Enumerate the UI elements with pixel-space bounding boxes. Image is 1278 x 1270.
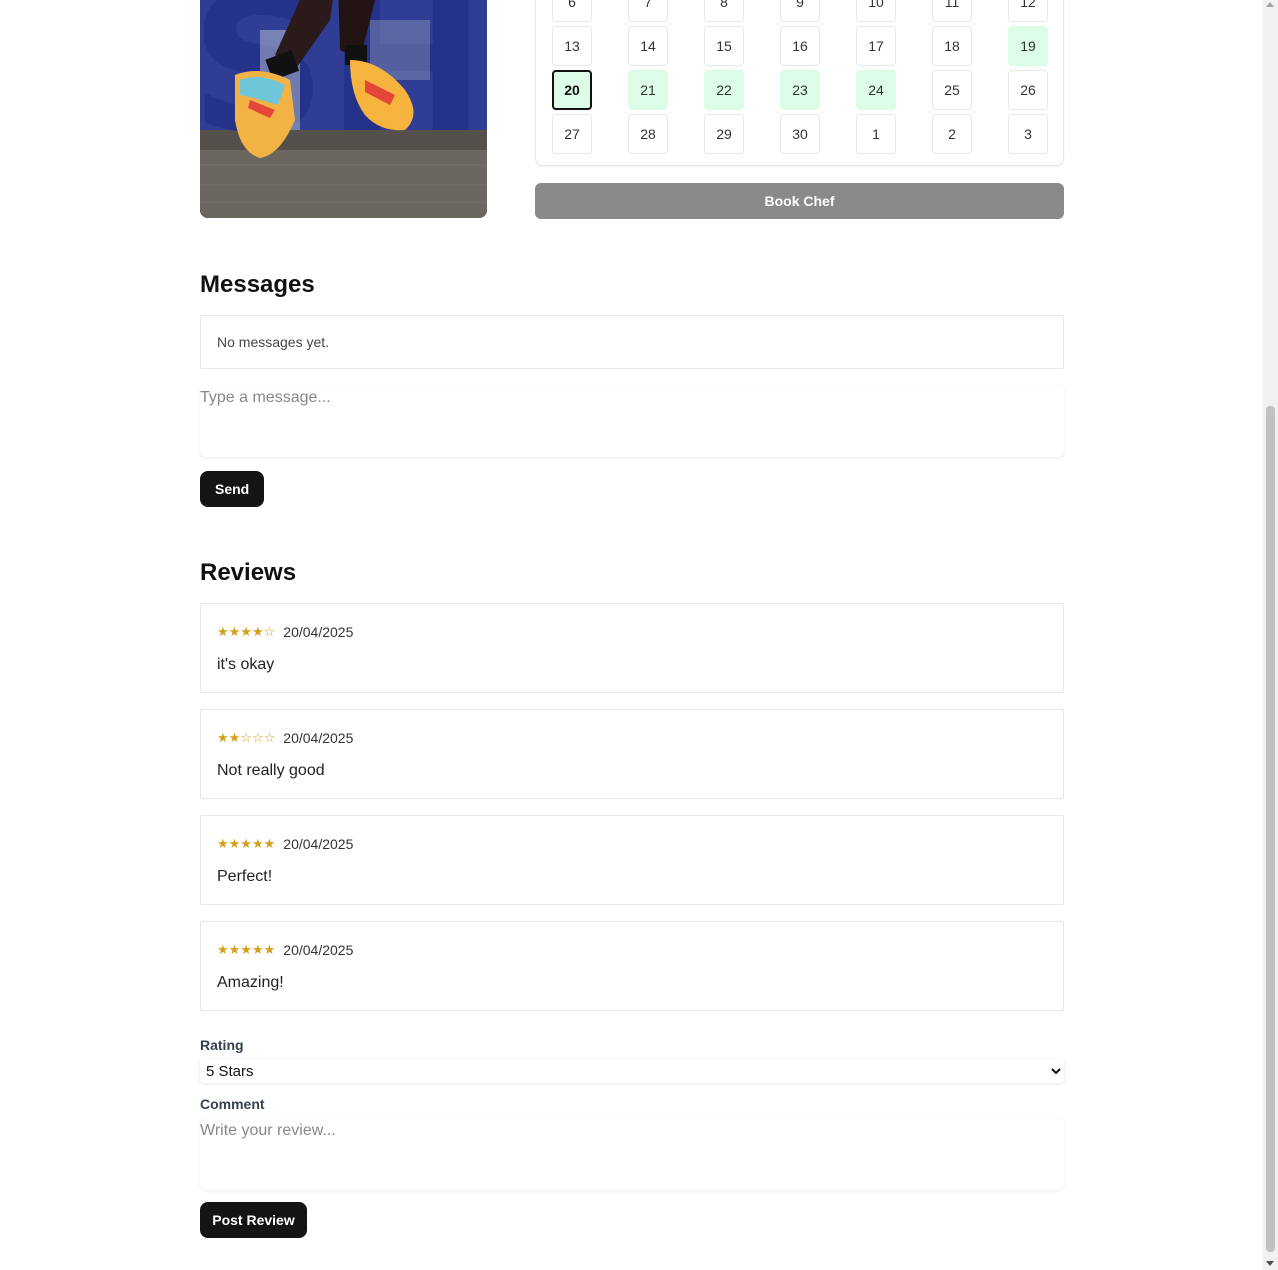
calendar-day[interactable]: 16 [780,26,820,66]
star-rating-icon: ★★★★★ [217,836,276,851]
review-text: Amazing! [217,974,284,991]
calendar-day[interactable]: 26 [1008,70,1048,110]
comment-label: Comment [200,1096,265,1112]
scroll-up-arrow-icon[interactable] [1266,2,1274,7]
scroll-down-arrow-icon[interactable] [1266,1261,1274,1266]
no-messages-text: No messages yet. [217,334,330,350]
calendar-day[interactable]: 13 [552,26,592,66]
calendar-day[interactable]: 28 [628,114,668,154]
calendar-day[interactable]: 7 [628,0,668,22]
calendar-day[interactable]: 21 [628,70,668,110]
calendar-day[interactable]: 14 [628,26,668,66]
send-button[interactable]: Send [200,471,265,507]
message-input[interactable] [200,385,1064,457]
messages-heading: Messages [200,271,315,298]
post-review-button[interactable]: Post Review [200,1202,307,1238]
chef-photo: SHO [200,0,487,218]
star-rating-icon: ★★☆☆☆ [217,730,276,745]
review-text: Not really good [217,762,325,779]
book-chef-button[interactable]: Book Chef [535,183,1064,219]
calendar-day[interactable]: 6 [552,0,592,22]
rating-label: Rating [200,1037,244,1053]
scroll-thumb[interactable] [1266,406,1275,1252]
star-rating-icon: ★★★★★ [217,942,276,957]
calendar-day[interactable]: 19 [1008,26,1048,66]
review-date: 20/04/2025 [283,624,354,640]
calendar-day[interactable]: 17 [856,26,896,66]
review-card: ★★☆☆☆ 20/04/2025 Not really good [200,709,1064,799]
review-card: ★★★★☆ 20/04/2025 it's okay [200,603,1064,693]
calendar-day[interactable]: 1 [856,114,896,154]
availability-calendar: 6 7 8 9 10 11 12 13 14 15 16 17 18 19 20 21 22 23 24 25 26 27… [535,0,1064,166]
review-date: 20/04/2025 [283,730,354,746]
review-card: ★★★★★ 20/04/2025 Amazing! [200,921,1064,1011]
calendar-day[interactable]: 18 [932,26,972,66]
calendar-day[interactable]: 29 [704,114,744,154]
reviews-heading: Reviews [200,559,297,586]
calendar-day[interactable]: 10 [856,0,896,22]
review-text: Perfect! [217,868,273,885]
calendar-day[interactable]: 9 [780,0,820,22]
review-date: 20/04/2025 [283,836,354,852]
calendar-day[interactable]: 22 [704,70,744,110]
calendar-day[interactable]: 25 [932,70,972,110]
calendar-day[interactable]: 27 [552,114,592,154]
calendar-day[interactable]: 11 [932,0,972,22]
page-scrollbar[interactable] [1263,0,1278,1270]
calendar-day[interactable]: 8 [704,0,744,22]
calendar-day[interactable]: 3 [1008,114,1048,154]
calendar-day[interactable]: 30 [780,114,820,154]
calendar-day[interactable]: 23 [780,70,820,110]
calendar-day[interactable]: 20 [552,70,592,110]
chef-photo-illustration: SHO [200,0,487,218]
review-date: 20/04/2025 [283,942,354,958]
calendar-day[interactable]: 2 [932,114,972,154]
rating-select[interactable]: 5 Stars [200,1059,1064,1083]
review-card: ★★★★★ 20/04/2025 Perfect! [200,815,1064,905]
review-text: it's okay [217,656,275,673]
calendar-day[interactable]: 24 [856,70,896,110]
star-rating-icon: ★★★★☆ [217,624,276,639]
calendar-grid: 6 7 8 9 10 11 12 13 14 15 16 17 18 19 20 21 22 23 24 25 26 27… [552,0,1048,154]
messages-list: No messages yet. [200,315,1064,369]
calendar-day[interactable]: 15 [704,26,744,66]
calendar-day[interactable]: 12 [1008,0,1048,22]
comment-input[interactable] [200,1118,1064,1190]
